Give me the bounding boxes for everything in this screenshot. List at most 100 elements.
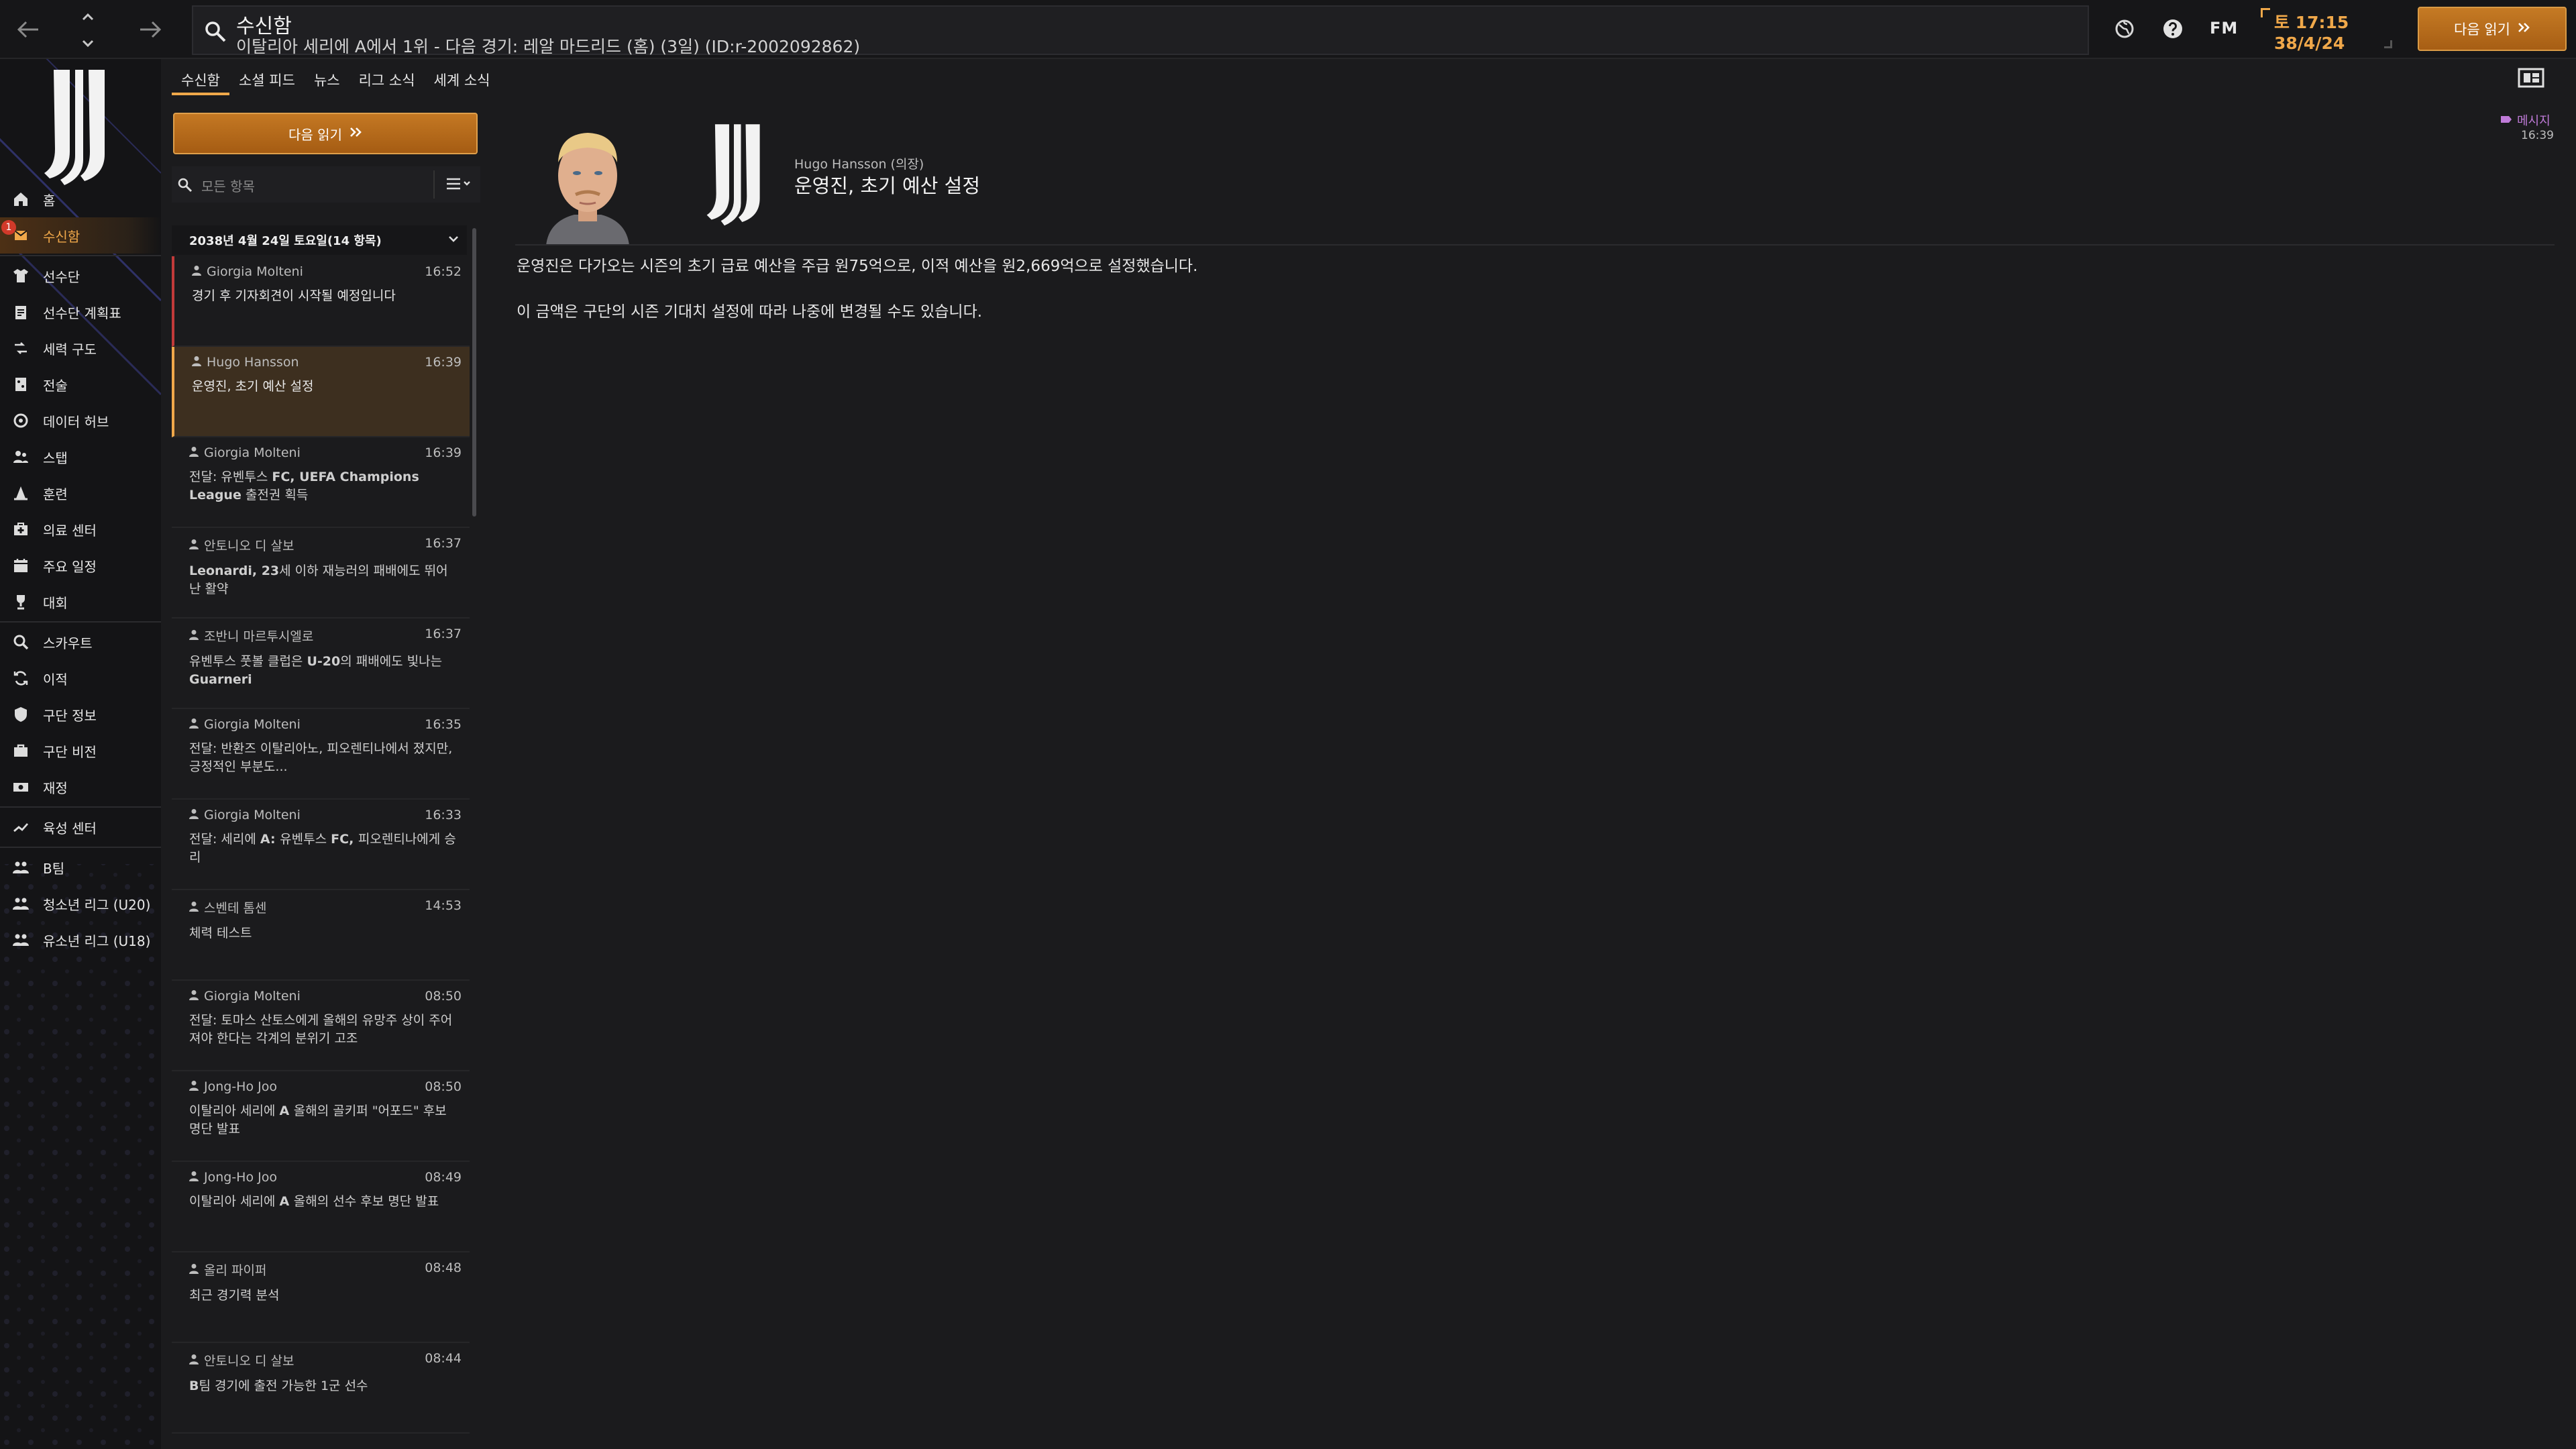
sidebar-item-12[interactable]: 스카우트	[0, 624, 161, 660]
money-icon	[11, 777, 31, 797]
message-row[interactable]: Giorgia Molteni 08:50 전달: 토마스 산토스에게 올해의 유망…	[172, 981, 470, 1071]
tactics-icon	[11, 374, 31, 394]
tab-4[interactable]: 세계 소식	[425, 64, 500, 95]
sidebar-item-label: 청소년 리그 (U20)	[43, 896, 151, 913]
message-list: Giorgia Molteni 16:52 경기 후 기자회견이 시작될 예정입니다…	[172, 256, 470, 1434]
message-row[interactable]: Hugo Hansson 16:39 운영진, 초기 예산 설정	[172, 347, 470, 437]
message-sender[interactable]: Hugo Hansson (의장)	[794, 154, 924, 172]
global-search-bar[interactable]: 수신함 이탈리아 세리에 A에서 1위 - 다음 경기: 레알 마드리드 (홈)…	[192, 5, 2089, 56]
forward-arrow-icon[interactable]	[134, 13, 166, 46]
sidebar-item-8[interactable]: 훈련	[0, 475, 161, 511]
continue-button[interactable]: 다음 읽기	[2418, 7, 2567, 51]
message-subject: 이탈리아 세리에 A 올해의 선수 후보 명단 발표	[189, 1193, 458, 1211]
message-subject: 전달: 세리에 A: 유벤투스 FC, 피오렌티나에게 승리	[189, 830, 458, 867]
sidebar-item-11[interactable]: 대회	[0, 584, 161, 620]
message-subject-part: 출전권 획득	[241, 488, 309, 502]
message-subject: 전달: 반환즈 이탈리아노, 피오렌티나에서 졌지만, 긍정적인 부분도...	[189, 740, 458, 776]
sidebar-item-17[interactable]: 육성 센터	[0, 809, 161, 845]
message-time: 16:35	[425, 717, 462, 732]
club-logo[interactable]	[40, 66, 121, 186]
sidebar-item-13[interactable]: 이적	[0, 660, 161, 696]
message-subject-part: 이탈리아 세리에	[189, 1104, 280, 1118]
message-sender-row: Hugo Hansson	[192, 355, 463, 370]
message-row[interactable]: Giorgia Molteni 16:35 전달: 반환즈 이탈리아노, 피오렌티나…	[172, 709, 470, 800]
back-arrow-icon[interactable]	[12, 13, 44, 46]
sidebar-item-20[interactable]: 유소년 리그 (U18)	[0, 922, 161, 958]
chevron-down-icon[interactable]	[78, 34, 98, 54]
message-subject-part: 전달: 유벤투스	[189, 470, 272, 484]
message-row[interactable]: Giorgia Molteni 16:33 전달: 세리에 A: 유벤투스 FC, …	[172, 800, 470, 890]
message-row[interactable]: Jong-Ho Joo 08:50 이탈리아 세리에 A 올해의 골키퍼 "어포드"…	[172, 1071, 470, 1162]
message-row[interactable]: 조반니 마르투시엘로 16:37 유벤투스 풋볼 클럽은 U-20의 패배에도 빛나…	[172, 619, 470, 709]
sidebar-item-19[interactable]: 청소년 리그 (U20)	[0, 885, 161, 922]
sort-menu-icon[interactable]	[445, 176, 472, 195]
sidebar-item-5[interactable]: 전술	[0, 366, 161, 402]
message-row[interactable]: Jong-Ho Joo 08:49 이탈리아 세리에 A 올해의 선수 후보 명단 …	[172, 1162, 470, 1252]
sidebar-item-4[interactable]: 세력 구도	[0, 330, 161, 366]
message-subject-part: 전달: 세리에	[189, 832, 260, 847]
tab-0[interactable]: 수신함	[172, 64, 229, 95]
tab-3[interactable]: 리그 소식	[350, 64, 425, 95]
sidebar-item-0[interactable]: 홈	[0, 181, 161, 217]
sidebar-item-label: B팀	[43, 860, 65, 877]
continue-inbox-button[interactable]: 다음 읽기	[173, 113, 478, 154]
message-subject: 유벤투스 풋볼 클럽은 U-20의 패배에도 빛나는 Guarneri	[189, 653, 458, 689]
message-subject-part: 최근 경기력 분석	[189, 1288, 280, 1303]
divider	[0, 621, 161, 623]
sidebar-item-3[interactable]: 선수단 계획표	[0, 294, 161, 330]
message-group-header[interactable]: 2038년 4월 24일 토요일(14 항목)	[172, 225, 467, 255]
sidebar-item-9[interactable]: 의료 센터	[0, 511, 161, 547]
inbox-column: 다음 읽기 모든 항목 2038년 4월 24일 토요일(14 항목) Gior…	[172, 105, 480, 1449]
current-date: 38/4/24	[2274, 34, 2345, 53]
message-subject: Leonardi, 23세 이하 재능러의 패배에도 뛰어난 활약	[189, 562, 458, 598]
message-sender: 안토니오 디 살보	[204, 539, 294, 553]
sidebar-item-10[interactable]: 주요 일정	[0, 547, 161, 584]
continue-label: 다음 읽기	[2454, 21, 2510, 38]
message-sender-row: Giorgia Molteni	[189, 717, 463, 732]
tab-2[interactable]: 뉴스	[305, 64, 350, 95]
sidebar-item-label: 이적	[43, 671, 68, 688]
message-sender-row: Jong-Ho Joo	[189, 1079, 463, 1094]
continue-label: 다음 읽기	[288, 126, 342, 143]
inbox-tabs: 수신함 소셜 피드 뉴스 리그 소식 세계 소식	[172, 64, 500, 95]
sidebar-item-1[interactable]: 수신함 1	[0, 217, 161, 254]
sidebar-item-label: 세력 구도	[43, 341, 97, 358]
sidebar-item-7[interactable]: 스탭	[0, 439, 161, 475]
sidebar-item-label: 대회	[43, 594, 68, 611]
sidebar-item-2[interactable]: 선수단	[0, 258, 161, 294]
message-row[interactable]: 안토니오 디 살보 08:44 B팀 경기에 출전 가능한 1군 선수	[172, 1343, 470, 1434]
sidebar-item-6[interactable]: 데이터 허브	[0, 402, 161, 439]
inbox-filter[interactable]: 모든 항목	[172, 166, 480, 203]
person-icon	[189, 808, 199, 822]
sidebar-item-18[interactable]: B팀	[0, 849, 161, 885]
message-row[interactable]: 안토니오 디 살보 16:37 Leonardi, 23세 이하 재능러의 패배에도…	[172, 528, 470, 619]
sidebar-item-15[interactable]: 구단 비전	[0, 733, 161, 769]
globe-icon[interactable]	[2113, 17, 2136, 43]
help-icon[interactable]	[2161, 17, 2184, 43]
chevron-down-icon[interactable]	[447, 233, 460, 248]
sidebar-item-16[interactable]: 재정	[0, 769, 161, 805]
message-row[interactable]: Giorgia Molteni 16:52 경기 후 기자회견이 시작될 예정입니다	[172, 256, 470, 347]
fm-logo[interactable]: FM	[2210, 19, 2238, 38]
message-sender-row: Giorgia Molteni	[192, 264, 463, 279]
tab-1[interactable]: 소셜 피드	[229, 64, 305, 95]
message-time: 08:50	[425, 989, 462, 1004]
message-time: 08:50	[425, 1079, 462, 1094]
message-subject-part: 올해의 선수 후보 명단 발표	[293, 1194, 439, 1209]
message-paragraph: 이 금액은 구단의 시즌 기대치 설정에 따라 나중에 변경될 수도 있습니다.	[517, 303, 983, 321]
chevron-up-icon[interactable]	[78, 7, 98, 27]
message-subject-part: 체력 테스트	[189, 926, 252, 941]
sidebar-item-label: 스탭	[43, 449, 68, 466]
game-date-display[interactable]: 토 17:15 38/4/24	[2274, 7, 2388, 54]
message-sender-row: Jong-Ho Joo	[189, 1170, 463, 1185]
message-list-scrollbar[interactable]	[472, 228, 476, 517]
sidebar-item-label: 선수단 계획표	[43, 305, 121, 321]
message-row[interactable]: 스벤테 톰센 14:53 체력 테스트	[172, 890, 470, 981]
staff-icon	[11, 447, 31, 467]
sender-portrait[interactable]	[534, 114, 641, 246]
message-row[interactable]: 올리 파이퍼 08:48 최근 경기력 분석	[172, 1252, 470, 1343]
search-icon	[177, 177, 193, 193]
message-type-label: 메시지	[2517, 114, 2551, 128]
sidebar-item-14[interactable]: 구단 정보	[0, 696, 161, 733]
message-row[interactable]: Giorgia Molteni 16:39 전달: 유벤투스 FC, UEFA Ch…	[172, 437, 470, 528]
